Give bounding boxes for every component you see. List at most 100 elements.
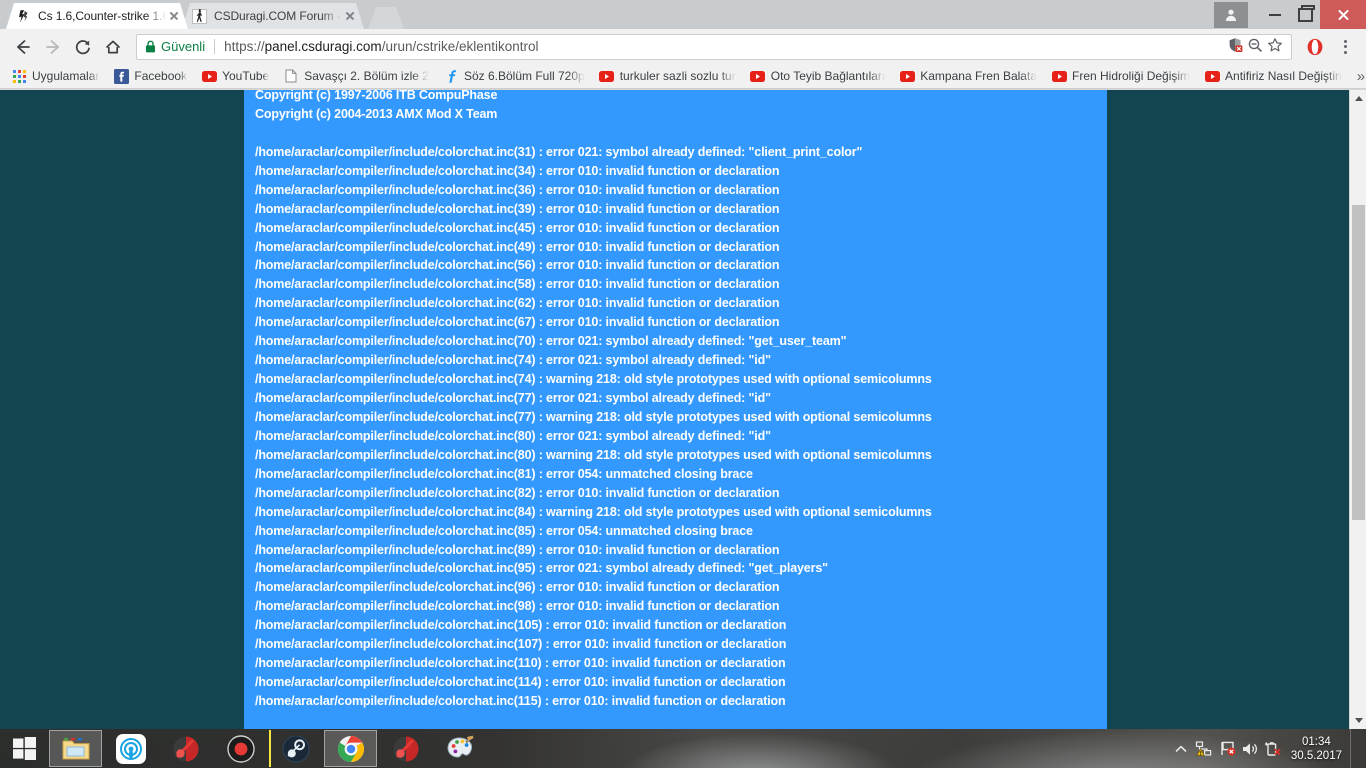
taskbar-item-steam[interactable] — [269, 730, 322, 767]
bookmark-star-icon[interactable] — [1267, 37, 1283, 56]
omnibox-separator — [214, 39, 216, 54]
page-scrollbar[interactable] — [1349, 90, 1366, 729]
minimize-button[interactable] — [1260, 4, 1290, 26]
bookmark-fren-hidroligi[interactable]: Fren Hidroliği Değişim — [1044, 66, 1197, 86]
scrollbar-thumb[interactable] — [1352, 205, 1365, 520]
start-button[interactable] — [0, 729, 48, 768]
maximize-restore-button[interactable] — [1290, 4, 1320, 26]
scroll-down-arrow[interactable] — [1350, 712, 1366, 729]
show-hidden-icons-button[interactable] — [1170, 729, 1193, 768]
bookmark-label: Antifiriz Nasıl Değiştiri — [1225, 69, 1342, 83]
arrow-left-icon — [17, 39, 30, 54]
url-host: panel.csduragi.com — [264, 39, 382, 54]
bookmark-kampana[interactable]: Kampana Fren Balata — [892, 66, 1044, 86]
security-label: Güvenli — [161, 39, 206, 54]
reload-button[interactable] — [68, 32, 98, 62]
taskbar-item-airdroid[interactable] — [104, 730, 157, 767]
youtube-icon — [1051, 68, 1067, 84]
output-line: /home/araclar/compiler/include/colorchat… — [255, 163, 780, 178]
taskbar-item-file-explorer[interactable] — [49, 730, 102, 767]
taskbar-item-bandicam[interactable] — [214, 730, 267, 767]
red-sphere-icon — [393, 736, 418, 761]
home-icon — [106, 40, 120, 53]
browser-tab-1[interactable]: Cs 1.6,Counter-strike 1.6, — [6, 3, 188, 29]
triangle-up-icon — [1354, 96, 1363, 101]
tab-close-icon[interactable] — [342, 8, 358, 24]
volume-icon[interactable] — [1239, 729, 1262, 768]
security-indicator: Güvenli — [145, 39, 205, 54]
output-line: /home/araclar/compiler/include/colorchat… — [255, 637, 787, 652]
browser-toolbar: Güvenli https://panel.csduragi.com/urun/… — [0, 29, 1366, 64]
tab-close-icon[interactable] — [166, 8, 182, 24]
close-window-button[interactable] — [1320, 0, 1366, 29]
lock-icon — [145, 40, 156, 53]
taskbar-clock[interactable]: 01:34 30.5.2017 — [1285, 735, 1350, 763]
output-line: /home/araclar/compiler/include/colorchat… — [255, 561, 828, 576]
browser-tab-2[interactable]: CSDuragi.COM Forum - Y — [182, 3, 364, 29]
youtube-icon — [201, 68, 217, 84]
menu-dot — [1343, 45, 1347, 48]
chrome-menu-button[interactable] — [1332, 34, 1358, 60]
window-controls — [1214, 0, 1366, 29]
opera-extension-icon — [1307, 38, 1323, 55]
url-path: /urun/cstrike/eklentikontrol — [381, 39, 539, 54]
scroll-up-arrow[interactable] — [1350, 90, 1366, 107]
network-status-icon[interactable] — [1193, 729, 1216, 768]
youtube-icon — [899, 68, 915, 84]
bookmark-antifiriz[interactable]: Antifiriz Nasıl Değiştiri — [1197, 66, 1349, 86]
windows-taskbar: 01:34 30.5.2017 — [0, 729, 1366, 768]
bookmark-label: Uygulamalar — [32, 69, 100, 83]
tab-title: CSDuragi.COM Forum - Y — [214, 9, 342, 23]
bookmark-soz[interactable]: Söz 6.Bölüm Full 720p — [436, 66, 592, 86]
zoom-out-icon[interactable] — [1247, 37, 1263, 56]
bookmark-savasci[interactable]: Savaşçı 2. Bölüm izle 2 — [276, 66, 436, 86]
opera-extension-button[interactable] — [1300, 32, 1330, 62]
output-line: /home/araclar/compiler/include/colorchat… — [255, 618, 787, 633]
output-line: /home/araclar/compiler/include/colorchat… — [255, 656, 786, 671]
bookmark-apps[interactable]: Uygulamalar — [4, 66, 106, 86]
bandicam-record-icon — [226, 734, 255, 763]
bookmark-oto-teyib[interactable]: Oto Teyib Bağlantıları — [743, 66, 893, 86]
output-line: Copyright (c) 2004-2013 AMX Mod X Team — [255, 106, 498, 121]
shield-blocked-icon[interactable] — [1227, 37, 1243, 56]
home-button[interactable] — [98, 32, 128, 62]
bookmark-facebook[interactable]: Facebook — [106, 66, 194, 86]
omnibox-icons — [1227, 37, 1283, 56]
battery-icon[interactable] — [1262, 729, 1285, 768]
show-desktop-button[interactable] — [1350, 729, 1358, 768]
output-line: /home/araclar/compiler/include/colorchat… — [255, 239, 780, 254]
fox-f-icon — [443, 68, 459, 84]
output-line: /home/araclar/compiler/include/colorchat… — [255, 144, 863, 159]
output-line: /home/araclar/compiler/include/colorchat… — [255, 391, 771, 405]
bookmark-turkuler[interactable]: turkuler sazli sozlu tur — [592, 66, 743, 86]
reload-icon — [75, 39, 90, 54]
menu-dot — [1343, 39, 1347, 43]
new-tab-button[interactable] — [368, 7, 404, 29]
output-blank-line — [255, 124, 1115, 143]
output-line: /home/araclar/compiler/include/colorchat… — [255, 523, 753, 538]
output-line: /home/araclar/compiler/include/colorchat… — [255, 428, 771, 443]
taskbar-item-chrome[interactable] — [324, 730, 377, 767]
profile-avatar-button[interactable] — [1214, 1, 1248, 28]
output-line: /home/araclar/compiler/include/colorchat… — [255, 599, 780, 614]
address-bar[interactable]: Güvenli https://panel.csduragi.com/urun/… — [136, 33, 1292, 60]
output-line: Copyright (c) 1997-2006 ITB CompuPhase — [255, 90, 498, 102]
action-center-icon[interactable] — [1216, 729, 1239, 768]
taskbar-item-amxmodx-tool[interactable] — [159, 730, 212, 767]
bookmark-label: Kampana Fren Balata — [920, 69, 1037, 83]
output-line: /home/araclar/compiler/include/colorchat… — [255, 372, 932, 387]
chrome-browser-window: Cs 1.6,Counter-strike 1.6, CSDuragi.COM … — [0, 0, 1366, 729]
forward-button[interactable] — [38, 32, 68, 62]
output-line: /home/araclar/compiler/include/colorchat… — [255, 258, 780, 273]
taskbar-item-amxmodx-tool-2[interactable] — [379, 730, 432, 767]
bookmark-youtube[interactable]: YouTube — [194, 66, 276, 86]
battery-error-icon — [1265, 742, 1281, 756]
bookmarks-overflow-button[interactable]: » — [1349, 68, 1366, 85]
bookmarks-bar: Uygulamalar Facebook YouTube Savaşçı 2. … — [0, 64, 1366, 89]
speaker-icon — [1243, 742, 1258, 755]
back-button[interactable] — [8, 32, 38, 62]
url-text: https://panel.csduragi.com/urun/cstrike/… — [224, 39, 538, 54]
apps-grid-icon — [11, 68, 27, 84]
taskbar-item-paint[interactable] — [434, 730, 487, 767]
output-line: /home/araclar/compiler/include/colorchat… — [255, 201, 780, 216]
